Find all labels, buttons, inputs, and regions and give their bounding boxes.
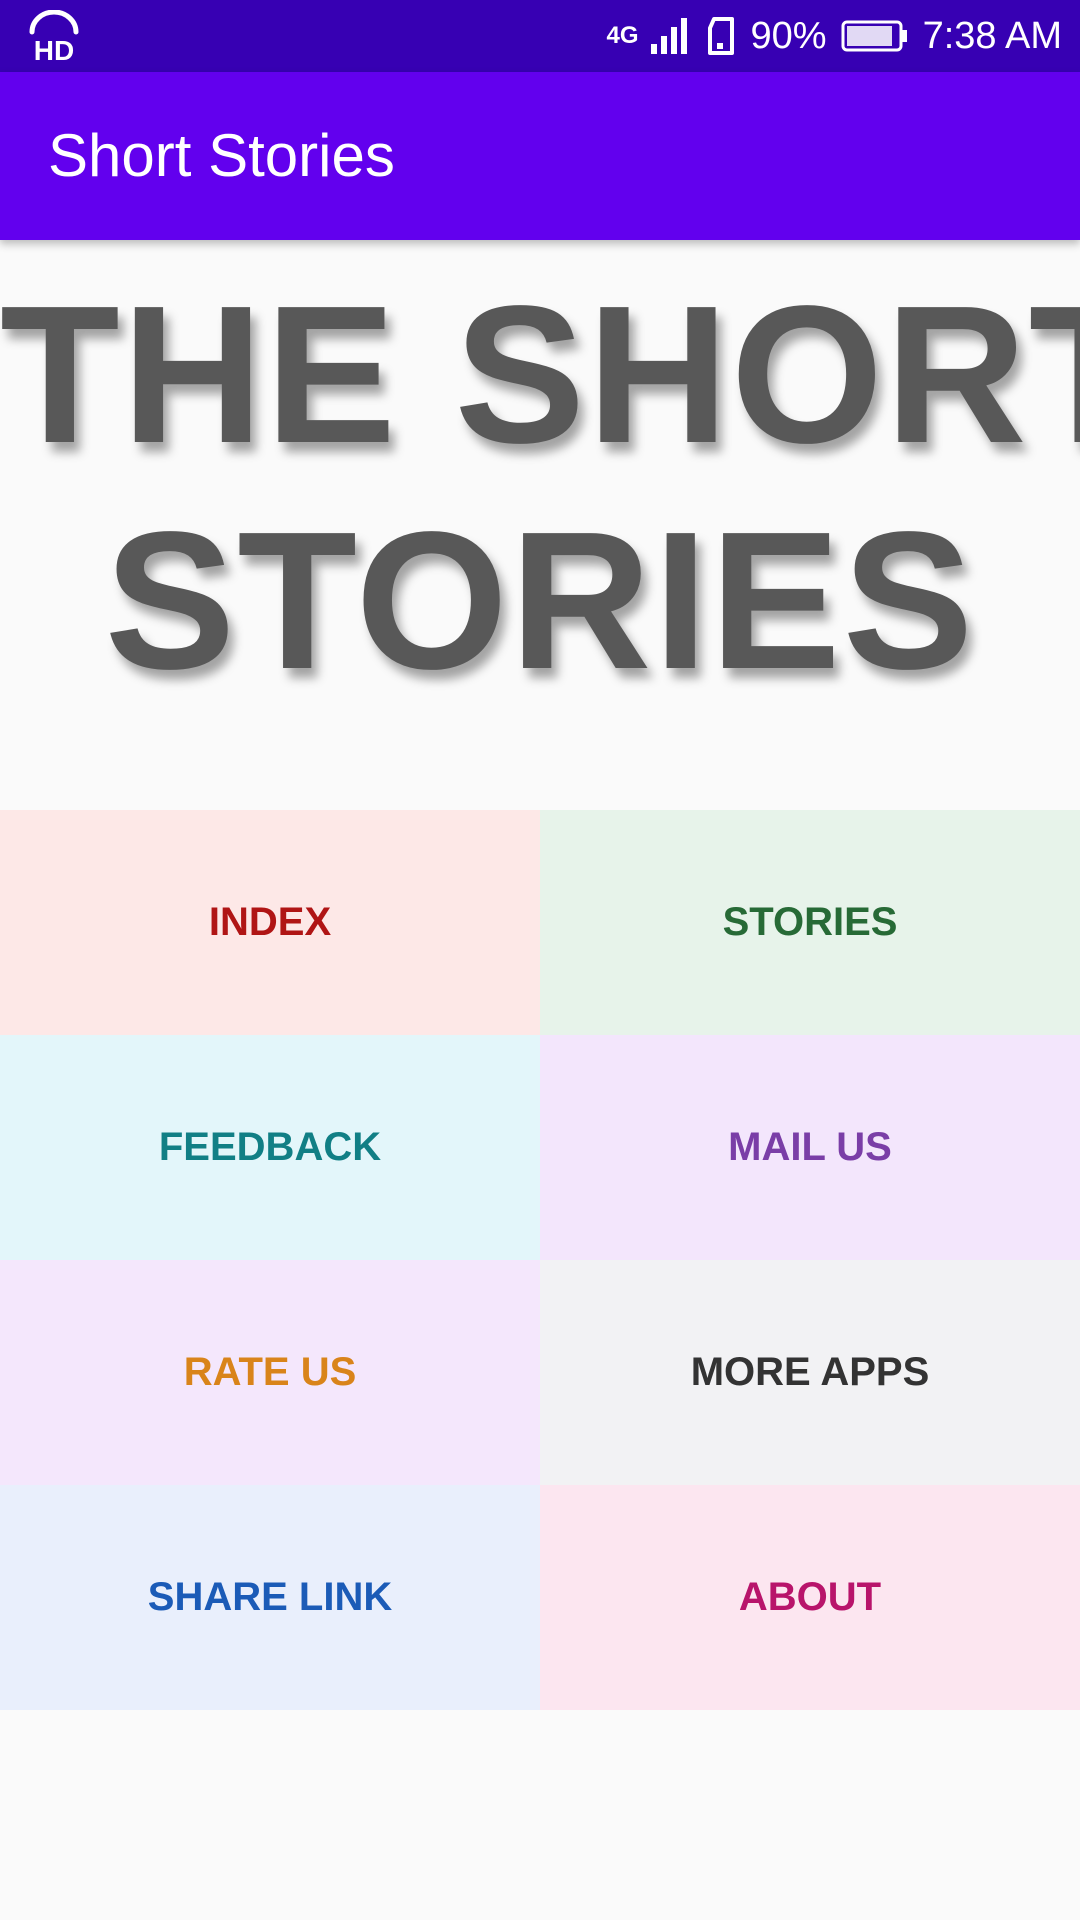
stories-label: STORIES [722, 900, 898, 944]
status-right-group: 4G 90% 7:38 AM [607, 0, 1063, 72]
index-button[interactable]: INDEX [0, 810, 540, 1035]
rate-us-button[interactable]: RATE US [0, 1260, 540, 1485]
hero-title: THE SHORT STORIES [0, 262, 1080, 710]
sim-icon [705, 16, 737, 56]
app-screen: HD 4G 90% 7:38 AM Short Stories THE SHOR… [0, 0, 1080, 1920]
app-bar: Short Stories [0, 72, 1080, 240]
hero-line-1: THE SHORT [0, 265, 1080, 484]
stories-button[interactable]: STORIES [540, 810, 1080, 1035]
rate-us-label: RATE US [183, 1350, 357, 1394]
status-bar: HD 4G 90% 7:38 AM [0, 0, 1080, 72]
hero-line-2: STORIES [104, 491, 976, 710]
share-link-button[interactable]: SHARE LINK [0, 1485, 540, 1710]
feedback-label: FEEDBACK [158, 1125, 382, 1169]
hd-label: HD [34, 35, 74, 64]
menu-grid: INDEX STORIES FEEDBACK MAIL US RATE US M… [0, 810, 1080, 1710]
mail-us-label: MAIL US [728, 1125, 892, 1169]
battery-icon [841, 19, 909, 53]
mail-us-button[interactable]: MAIL US [540, 1035, 1080, 1260]
about-label: ABOUT [738, 1575, 882, 1619]
battery-percent: 90% [750, 14, 827, 57]
signal-icon [649, 16, 691, 56]
more-apps-label: MORE APPS [690, 1350, 930, 1394]
feedback-button[interactable]: FEEDBACK [0, 1035, 540, 1260]
clock: 7:38 AM [922, 14, 1062, 57]
more-apps-button[interactable]: MORE APPS [540, 1260, 1080, 1485]
app-title: Short Stories [48, 122, 395, 189]
hd-audio-icon: HD [26, 9, 82, 66]
about-button[interactable]: ABOUT [540, 1485, 1080, 1710]
network-type: 4G [606, 22, 639, 49]
index-label: INDEX [208, 900, 332, 944]
share-link-label: SHARE LINK [147, 1575, 393, 1619]
